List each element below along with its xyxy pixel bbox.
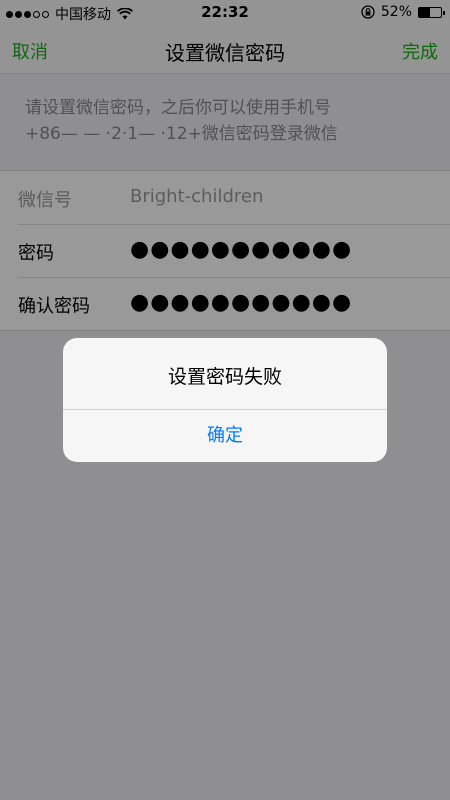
screen: 中国移动 22:32 52% 取消 设置微信密码 完成 请设置微信密码，之后你可… — [0, 0, 450, 800]
alert-title: 设置密码失败 — [167, 366, 282, 388]
error-alert: 设置密码失败 确定 — [63, 338, 387, 462]
alert-confirm-button[interactable]: 确定 — [63, 410, 387, 462]
